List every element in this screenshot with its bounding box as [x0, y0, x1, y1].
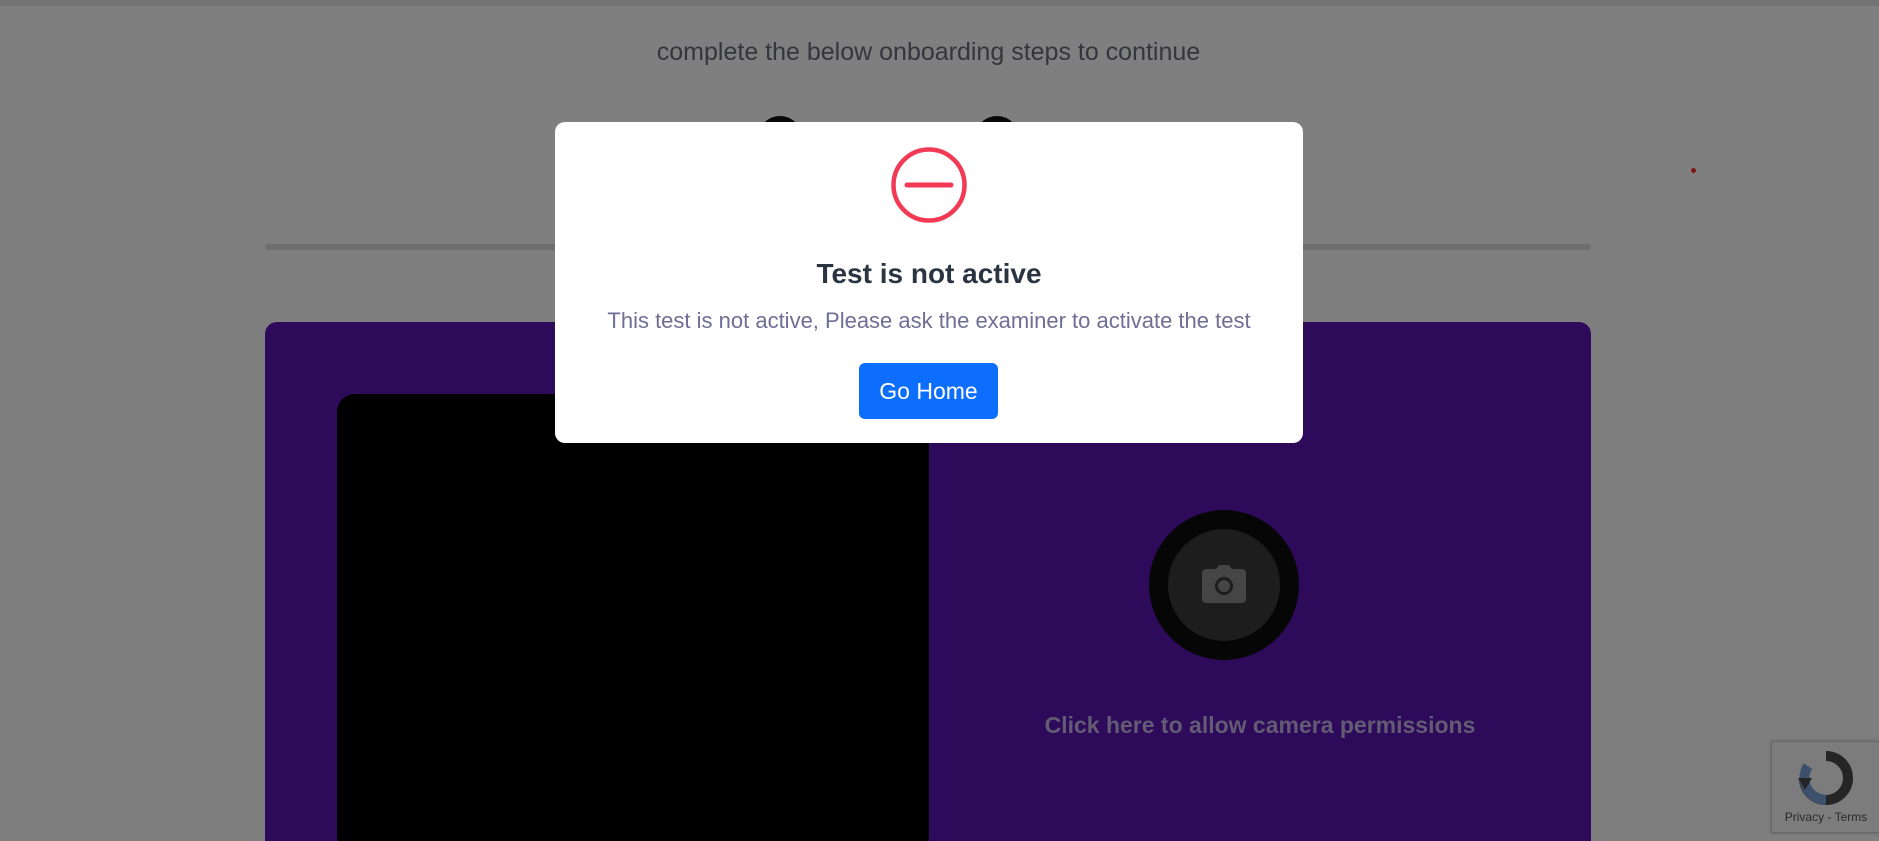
go-home-button[interactable]: Go Home [859, 363, 998, 419]
minus-circle-icon [891, 147, 967, 223]
modal-title: Test is not active [816, 258, 1042, 289]
test-inactive-modal: Test is not active This test is not acti… [555, 122, 1303, 443]
modal-message: This test is not active, Please ask the … [607, 308, 1251, 333]
